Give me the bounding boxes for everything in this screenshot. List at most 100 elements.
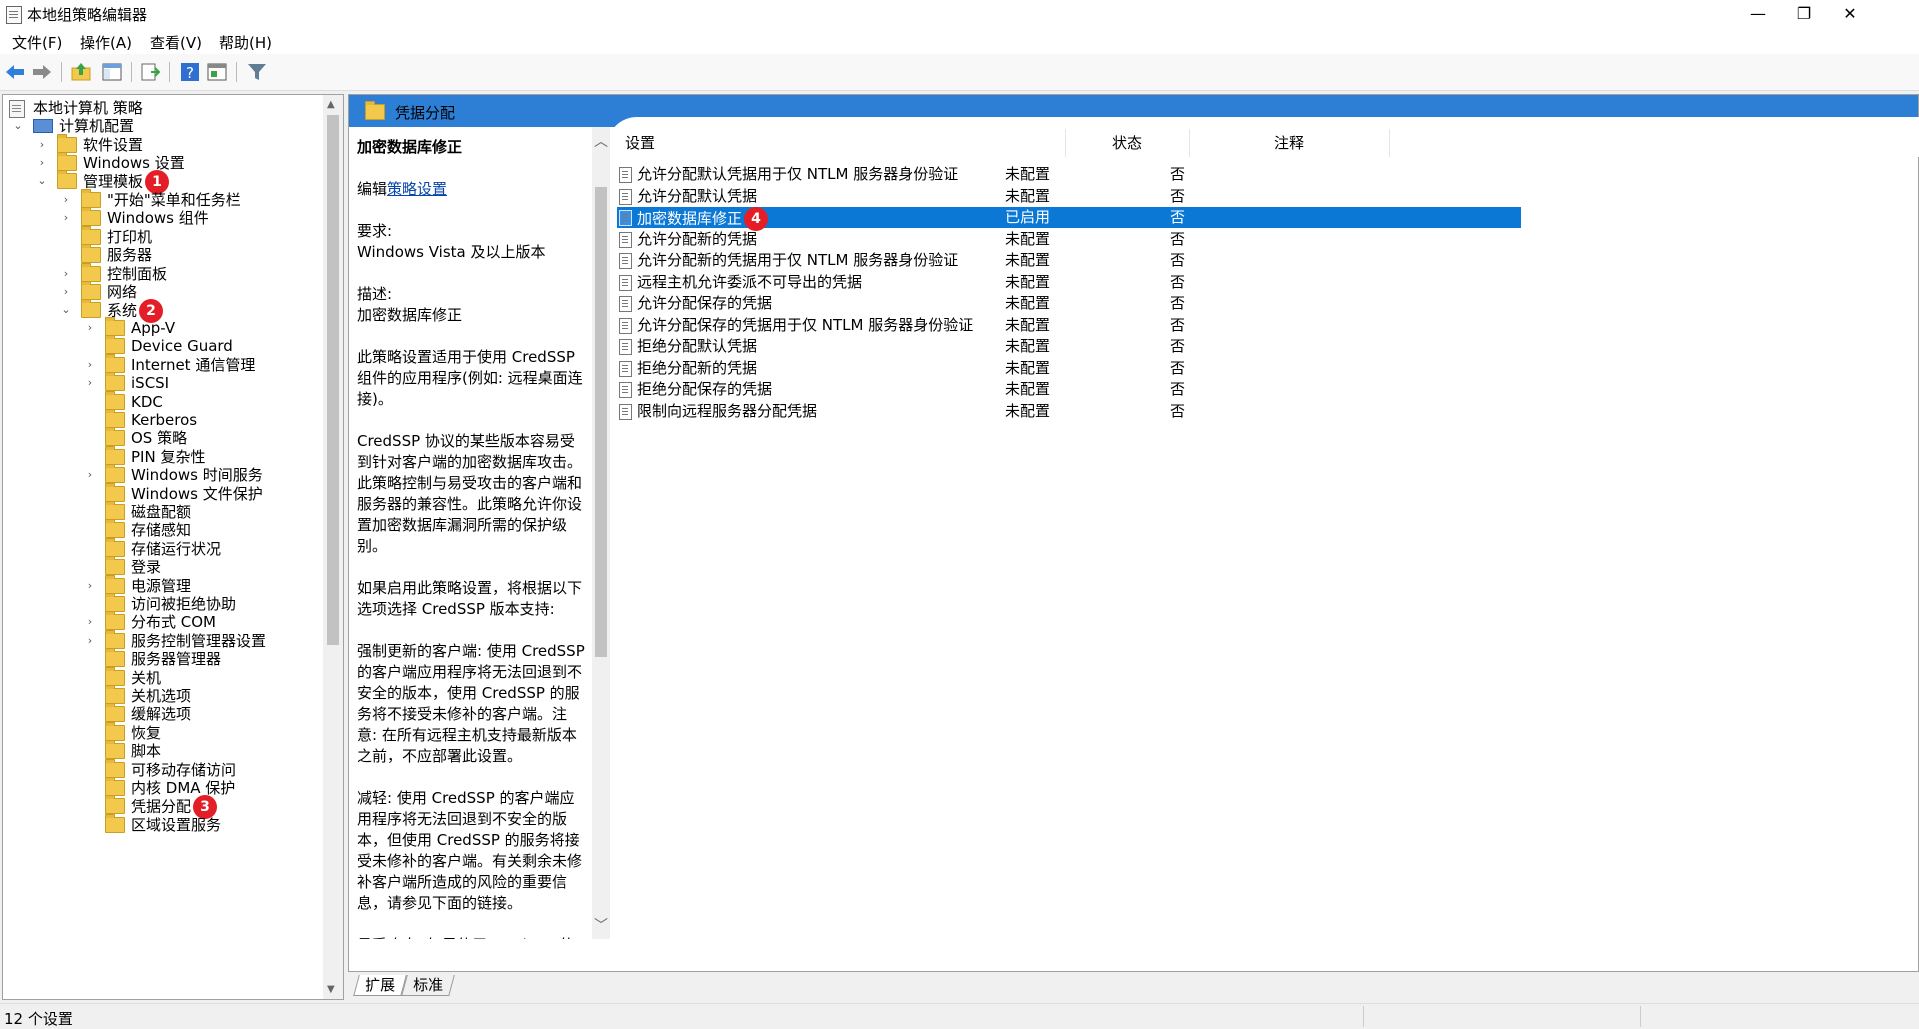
description-panel: 加密数据库修正 编辑策略设置 要求: Windows Vista 及以上版本 描… [349,127,592,939]
chevron-right-icon[interactable]: › [83,630,97,652]
folder-icon [81,207,101,227]
scroll-down-arrow-icon[interactable]: ▼ [327,984,335,995]
table-row[interactable]: 允许分配默认凭据用于仅 NTLM 服务器身份验证 未配置 否 [617,164,1521,185]
scroll-up-arrow-icon[interactable]: ▲ [327,99,335,110]
menu-file[interactable]: 文件(F) [12,32,62,53]
policy-setting-icon [619,403,632,420]
close-button[interactable]: ✕ [1827,0,1873,28]
policy-editor-icon [6,6,22,24]
chevron-right-icon[interactable]: › [83,317,97,339]
chevron-down-icon[interactable]: ⌄ [35,170,49,192]
setting-comment: 否 [1170,315,1186,334]
edit-policy-link[interactable]: 策略设置 [387,180,447,198]
folder-icon [105,777,125,796]
column-header-comment[interactable]: 注释 [1189,129,1390,157]
table-row[interactable]: 拒绝分配默认凭据 未配置 否 [617,336,1521,357]
folder-icon [105,685,125,704]
policy-setting-icon [619,339,632,355]
properties-icon[interactable] [206,61,228,83]
table-row[interactable]: 允许分配保存的凭据用于仅 NTLM 服务器身份验证 未配置 否 [617,315,1521,336]
folder-icon [105,721,125,741]
setting-name: 拒绝分配保存的凭据 [637,380,773,398]
menu-view[interactable]: 查看(V) [150,32,202,53]
restore-button[interactable]: ❐ [1781,0,1827,28]
description-title: 加密数据库修正 [357,138,463,156]
description-body: 要求: Windows Vista 及以上版本 描述: 加密数据库修正 此策略设… [357,222,585,939]
policy-setting-icon [619,274,632,291]
forward-arrow-icon[interactable] [31,61,53,83]
setting-comment: 否 [1170,294,1186,312]
menu-help[interactable]: 帮助(H) [219,32,272,53]
folder-icon [105,611,125,631]
back-arrow-icon[interactable] [4,61,26,83]
menu-action[interactable]: 操作(A) [80,32,132,53]
folder-icon [105,574,125,594]
minimize-button[interactable]: — [1735,0,1781,28]
policy-setting-icon [619,317,632,334]
computer-icon [33,119,53,133]
folder-icon [57,170,77,189]
policy-setting-icon [619,253,632,269]
folder-icon [105,648,125,668]
setting-name: 允许分配默认凭据用于仅 NTLM 服务器身份验证 [637,165,959,183]
export-list-icon[interactable] [139,61,161,83]
scroll-up-arrow-icon[interactable]: ︿ [594,131,608,151]
tab-extended[interactable]: 扩展 [353,975,407,996]
chevron-down-icon[interactable]: ⌄ [11,115,25,137]
scrollbar-thumb[interactable] [595,187,607,657]
up-folder-icon[interactable] [70,61,92,83]
table-row[interactable]: 远程主机允许委派不可导出的凭据 未配置 否 [617,272,1521,293]
chevron-down-icon[interactable]: ⌄ [59,299,73,321]
show-hide-tree-icon[interactable] [101,61,123,83]
folder-icon [105,556,125,576]
table-row[interactable]: 允许分配新的凭据用于仅 NTLM 服务器身份验证 未配置 否 [617,250,1521,271]
folder-icon [105,519,125,539]
folder-icon [81,299,101,318]
scroll-down-arrow-icon[interactable]: ﹀ [594,915,608,935]
table-row[interactable]: 限制向远程服务器分配凭据 未配置 否 [617,401,1521,422]
folder-icon [81,262,101,282]
chevron-right-icon[interactable]: › [59,207,73,229]
status-text: 12 个设置 [4,1010,73,1028]
setting-name: 允许分配保存的凭据用于仅 NTLM 服务器身份验证 [637,315,974,334]
setting-state: 未配置 [1005,401,1051,420]
setting-name: 允许分配新的凭据用于仅 NTLM 服务器身份验证 [637,251,959,269]
setting-comment: 否 [1170,229,1186,248]
setting-comment: 否 [1170,401,1186,420]
policy-setting-icon [619,382,632,398]
filter-icon[interactable] [246,61,268,83]
toolbar-separator [131,62,132,82]
table-row-selected[interactable]: 加密数据库修正 4 已启用 否 [617,207,1521,231]
tree-pane[interactable]: 本地计算机 策略 ⌄ 计算机配置 › 软件设置 › Windows 设置 ⌄ 管… [2,94,344,1000]
tree-scrollbar[interactable]: ▲ ▼ [323,95,343,999]
folder-icon [105,372,125,392]
table-row[interactable]: 拒绝分配保存的凭据 未配置 否 [617,379,1521,400]
pane-header-title: 凭据分配 [395,104,456,122]
view-tabs: 扩展 标准 [348,972,1917,998]
column-header-state[interactable]: 状态 [1065,129,1190,157]
table-row[interactable]: 允许分配新的凭据 未配置 否 [617,229,1521,250]
column-header-setting[interactable]: 设置 [617,129,1066,157]
folder-icon [105,353,125,373]
policy-setting-icon [619,188,632,205]
table-row[interactable]: 允许分配保存的凭据 未配置 否 [617,293,1521,314]
table-row[interactable]: 拒绝分配新的凭据 未配置 否 [617,358,1521,379]
setting-comment: 否 [1170,251,1186,269]
title-bar: 本地组策略编辑器 — ❐ ✕ [0,0,1919,28]
folder-icon [105,390,125,410]
setting-state: 未配置 [1005,229,1051,248]
policy-setting-icon [619,210,632,226]
folder-icon [105,482,125,502]
description-scrollbar[interactable]: ︿ ﹀ [592,127,610,939]
scrollbar-thumb[interactable] [327,115,339,645]
policy-setting-icon [619,296,632,312]
tab-standard[interactable]: 标准 [401,975,455,996]
window-title: 本地组策略编辑器 [27,6,148,24]
setting-name: 拒绝分配默认凭据 [637,337,758,355]
chevron-right-icon[interactable]: › [83,464,97,486]
chevron-right-icon[interactable]: › [83,575,97,597]
chevron-right-icon[interactable]: › [83,372,97,394]
table-row[interactable]: 允许分配默认凭据 未配置 否 [617,186,1521,207]
setting-name: 加密数据库修正 4 [637,207,769,231]
help-icon[interactable]: ? [179,61,201,83]
